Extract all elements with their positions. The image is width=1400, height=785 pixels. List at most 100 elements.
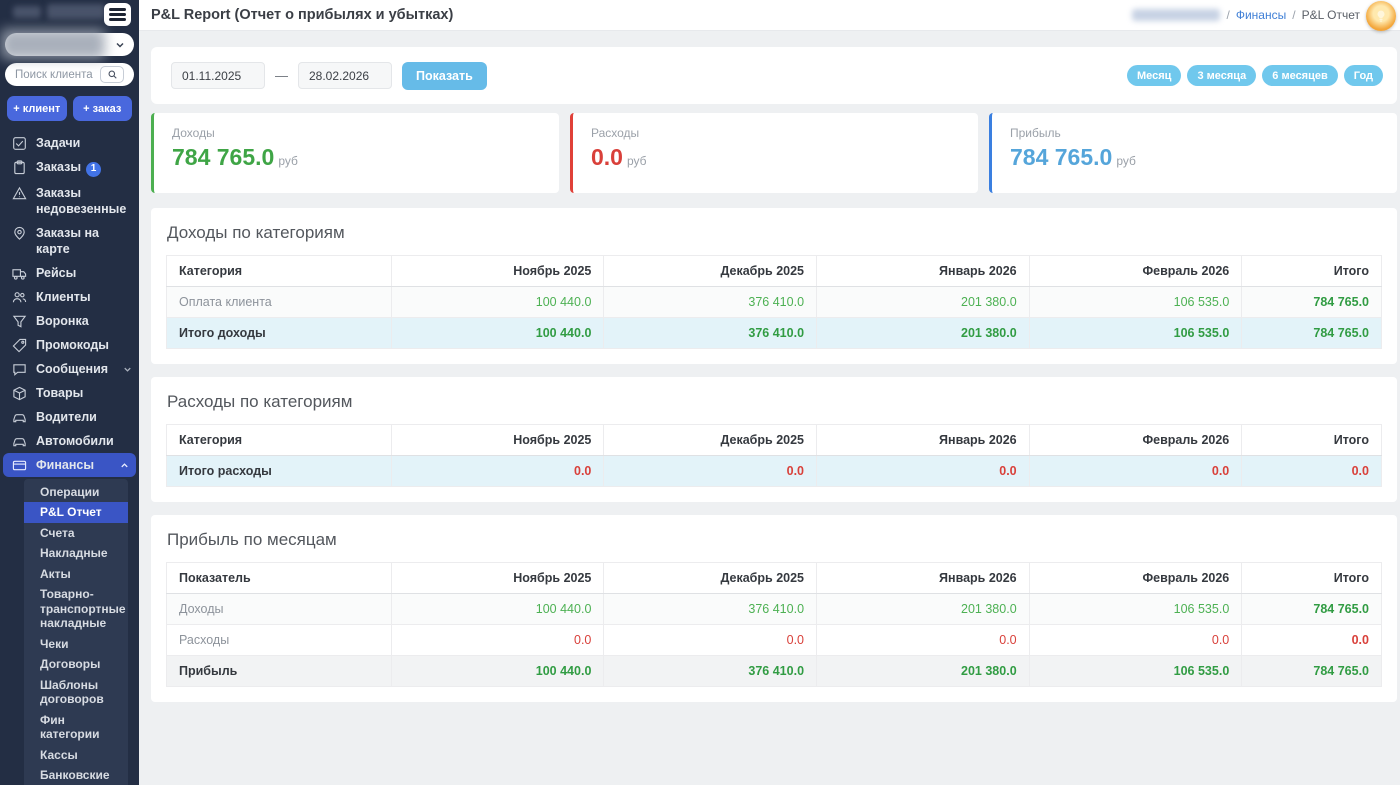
submenu-item-contracts[interactable]: Договоры [24, 654, 128, 675]
column-header: Февраль 2026 [1029, 256, 1242, 287]
submenu-item-cash-registers[interactable]: Кассы [24, 745, 128, 766]
sidebar-item-undelivered-orders[interactable]: Заказы недовезенные [0, 181, 139, 221]
submenu-item-waybills[interactable]: Накладные [24, 543, 128, 564]
cell: 376 410.0 [604, 287, 817, 318]
people-icon [12, 290, 27, 305]
cell: 100 440.0 [391, 287, 604, 318]
chevron-down-icon [114, 39, 126, 51]
cell: 376 410.0 [604, 594, 817, 625]
funnel-icon [12, 314, 27, 329]
table-row: Оплата клиента 100 440.0 376 410.0 201 3… [167, 287, 1382, 318]
cell: 0.0 [604, 625, 817, 656]
add-client-button[interactable]: + клиент [7, 96, 67, 121]
pill-year[interactable]: Год [1344, 65, 1383, 86]
cell: 0.0 [391, 456, 604, 487]
cell: 784 765.0 [1242, 656, 1382, 687]
blurred-logo-part [13, 6, 41, 18]
column-header: Январь 2026 [817, 256, 1030, 287]
cell: 100 440.0 [391, 656, 604, 687]
income-label: Доходы [172, 126, 541, 140]
date-to-input[interactable] [298, 62, 392, 89]
table-header-row: Категория Ноябрь 2025 Декабрь 2025 Январ… [167, 425, 1382, 456]
income-summary-card: Доходы 784 765.0руб [151, 113, 559, 193]
pill-6-months[interactable]: 6 месяцев [1262, 65, 1337, 86]
submenu-item-bank-statements[interactable]: Банковские выписки [24, 765, 128, 785]
hamburger-menu-icon[interactable] [104, 3, 131, 26]
chevron-up-icon [119, 460, 130, 471]
submenu-item-acts[interactable]: Акты [24, 564, 128, 585]
add-order-button[interactable]: + заказ [73, 96, 133, 121]
column-header: Январь 2026 [817, 425, 1030, 456]
search-input[interactable] [15, 69, 100, 81]
sidebar-item-orders-on-map[interactable]: Заказы на карте [0, 221, 139, 261]
show-button[interactable]: Показать [402, 62, 487, 90]
column-header: Итого [1242, 256, 1382, 287]
table-row: Доходы 100 440.0 376 410.0 201 380.0 106… [167, 594, 1382, 625]
incomes-table: Категория Ноябрь 2025 Декабрь 2025 Январ… [166, 255, 1382, 349]
blurred-company-name [1, 29, 105, 59]
warning-triangle-icon [12, 186, 27, 201]
sidebar-item-promocodes[interactable]: Промокоды [0, 333, 139, 357]
sidebar-item-tasks[interactable]: Задачи [0, 131, 139, 155]
sidebar-item-cars[interactable]: Автомобили [0, 429, 139, 453]
cell: 100 440.0 [391, 318, 604, 349]
sidebar-item-orders[interactable]: Заказы1 [0, 155, 139, 181]
submenu-item-contract-templates[interactable]: Шаблоны договоров [24, 675, 128, 710]
submenu-item-fin-categories[interactable]: Фин категории [24, 710, 128, 745]
expenses-table-title: Расходы по категориям [167, 392, 1382, 412]
cell: 106 535.0 [1029, 656, 1242, 687]
sidebar-item-trips[interactable]: Рейсы [0, 261, 139, 285]
submenu-item-transport-waybills[interactable]: Товарно-транспортные накладные [24, 584, 128, 634]
cell: 100 440.0 [391, 594, 604, 625]
box-icon [12, 386, 27, 401]
help-lightbulb-widget[interactable] [1366, 1, 1396, 31]
sidebar-item-finance[interactable]: Финансы [3, 453, 136, 477]
submenu-item-invoices[interactable]: Счета [24, 523, 128, 544]
chat-bubble-icon [12, 362, 27, 377]
blurred-logo-part [47, 4, 105, 19]
profit-value: 784 765.0руб [1010, 144, 1379, 171]
sidebar: + клиент + заказ Задачи Заказы1 Заказы н… [0, 0, 139, 785]
income-value: 784 765.0руб [172, 144, 541, 171]
cell: 784 765.0 [1242, 287, 1382, 318]
search-button[interactable] [100, 66, 124, 83]
profit-label: Прибыль [1010, 126, 1379, 140]
submenu-item-pnl-report[interactable]: P&L Отчет [24, 502, 128, 523]
submenu-item-receipts[interactable]: Чеки [24, 634, 128, 655]
date-from-input[interactable] [171, 62, 265, 89]
sidebar-item-clients[interactable]: Клиенты [0, 285, 139, 309]
sidebar-item-drivers[interactable]: Водители [0, 405, 139, 429]
chevron-down-icon [122, 364, 133, 375]
breadcrumb-finance-link[interactable]: Финансы [1236, 8, 1286, 22]
sidebar-logo [5, 3, 134, 27]
cell: 201 380.0 [817, 287, 1030, 318]
profit-table-title: Прибыль по месяцам [167, 530, 1382, 550]
pill-month[interactable]: Месяц [1127, 65, 1181, 86]
cell: 106 535.0 [1029, 287, 1242, 318]
credit-card-icon [12, 458, 27, 473]
table-header-row: Категория Ноябрь 2025 Декабрь 2025 Январ… [167, 256, 1382, 287]
cell: 0.0 [391, 625, 604, 656]
date-range-dash: — [275, 68, 288, 83]
column-header: Декабрь 2025 [604, 563, 817, 594]
breadcrumb-current: P&L Отчет [1302, 8, 1360, 22]
cell: 0.0 [817, 456, 1030, 487]
row-label: Итого доходы [167, 318, 392, 349]
pill-3-months[interactable]: 3 месяца [1187, 65, 1256, 86]
expense-summary-card: Расходы 0.0руб [570, 113, 978, 193]
period-pills: Месяц 3 месяца 6 месяцев Год [1127, 65, 1383, 86]
cell: 0.0 [604, 456, 817, 487]
row-label: Оплата клиента [167, 287, 392, 318]
sidebar-item-funnel[interactable]: Воронка [0, 309, 139, 333]
expense-label: Расходы [591, 126, 960, 140]
sidebar-item-products[interactable]: Товары [0, 381, 139, 405]
company-select-dropdown[interactable] [5, 33, 134, 56]
table-row: Расходы 0.0 0.0 0.0 0.0 0.0 [167, 625, 1382, 656]
incomes-table-title: Доходы по категориям [167, 223, 1382, 243]
submenu-item-operations[interactable]: Операции [24, 482, 128, 503]
column-header: Итого [1242, 425, 1382, 456]
sidebar-item-messages[interactable]: Сообщения [0, 357, 139, 381]
column-header: Декабрь 2025 [604, 256, 817, 287]
summary-cards: Доходы 784 765.0руб Расходы 0.0руб Прибы… [151, 113, 1397, 193]
content: — Показать Месяц 3 месяца 6 месяцев Год … [139, 31, 1400, 715]
